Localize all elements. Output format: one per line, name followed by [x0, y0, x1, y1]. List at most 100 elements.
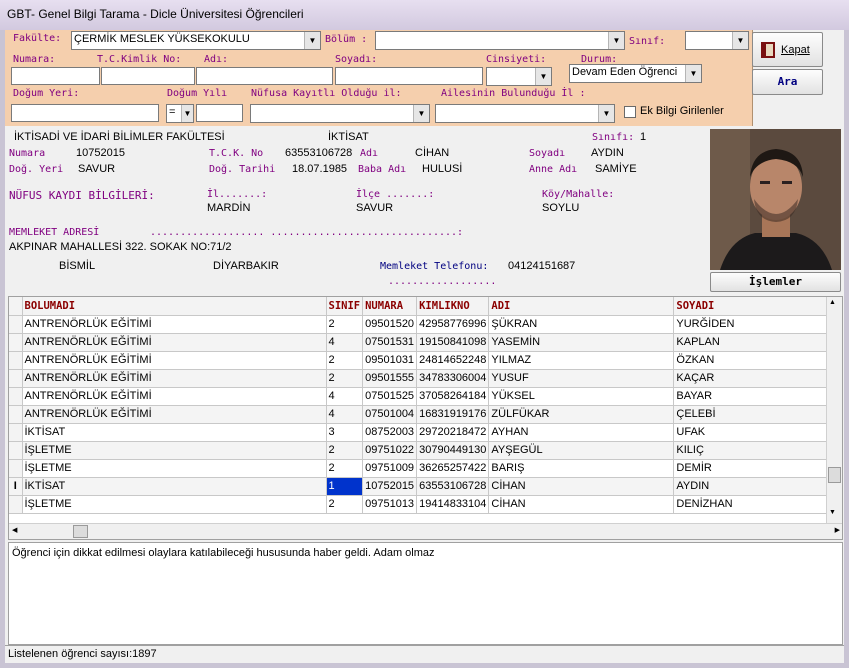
cell-adi[interactable]: AYŞEGÜL [488, 441, 675, 460]
row-indicator[interactable] [9, 315, 23, 334]
cell-adi[interactable]: CİHAN [488, 477, 675, 496]
cell-soyadi[interactable]: BAYAR [673, 387, 833, 406]
cell-numara[interactable]: 07501525 [362, 387, 418, 406]
sinif-combo[interactable]: ▼ [685, 31, 749, 50]
chevron-down-icon[interactable]: ▼ [732, 32, 748, 49]
bolum-combo[interactable]: ▼ [375, 31, 625, 50]
cell-numara[interactable]: 09501031 [362, 351, 418, 370]
cell-kimlikno[interactable]: 63553106728 [416, 477, 490, 496]
cell-sinif[interactable]: 2 [326, 351, 364, 370]
student-note[interactable]: Öğrenci için dikkat edilmesi olaylara ka… [8, 542, 843, 645]
cell-soyadi[interactable]: DENİZHAN [673, 495, 833, 514]
cell-sinif[interactable]: 2 [326, 441, 364, 460]
cell-soyadi[interactable]: KAÇAR [673, 369, 833, 388]
chevron-down-icon[interactable]: ▼ [535, 68, 551, 85]
cell-bolumadi[interactable]: ANTRENÖRLÜK EĞİTİMİ [22, 351, 327, 370]
table-row[interactable]: ANTRENÖRLÜK EĞİTİMİ 2 09501031 24814652248 Y… [9, 351, 833, 370]
row-indicator[interactable]: I [9, 477, 23, 496]
table-row[interactable]: ANTRENÖRLÜK EĞİTİMİ 2 09501520 42958776996 Ş… [9, 315, 833, 334]
col-bolumadi[interactable]: BOLUMADI [22, 297, 327, 316]
table-row[interactable]: ANTRENÖRLÜK EĞİTİMİ 4 07501531 19150841098 Y… [9, 333, 833, 352]
cell-bolumadi[interactable]: ANTRENÖRLÜK EĞİTİMİ [22, 369, 327, 388]
cell-sinif[interactable]: 1 [326, 477, 364, 496]
row-indicator[interactable] [9, 387, 23, 406]
cell-adi[interactable]: ŞÜKRAN [488, 315, 675, 334]
cell-sinif[interactable]: 4 [326, 333, 364, 352]
tc-input[interactable] [101, 67, 195, 85]
cell-bolumadi[interactable]: ANTRENÖRLÜK EĞİTİMİ [22, 405, 327, 424]
cell-bolumadi[interactable]: İŞLETME [22, 441, 327, 460]
cell-kimlikno[interactable]: 19150841098 [416, 333, 490, 352]
table-row[interactable]: I İKTİSAT 1 10752015 63553106728 CİHAN AYDIN [9, 477, 833, 496]
grid-horizontal-scrollbar[interactable]: ◀ ▶ [9, 523, 842, 539]
col-sinif[interactable]: SINIF [326, 297, 364, 316]
nufus-combo[interactable]: ▼ [250, 104, 430, 123]
cell-adi[interactable]: YILMAZ [488, 351, 675, 370]
col-kimlikno[interactable]: KIMLIKNO [416, 297, 490, 316]
ek-bilgi-checkbox[interactable] [624, 106, 636, 118]
row-indicator[interactable] [9, 459, 23, 478]
row-indicator[interactable] [9, 441, 23, 460]
cell-soyadi[interactable]: ÇELEBİ [673, 405, 833, 424]
cell-adi[interactable]: YASEMİN [488, 333, 675, 352]
cell-numara[interactable]: 07501531 [362, 333, 418, 352]
chevron-down-icon[interactable]: ▼ [685, 65, 701, 82]
cell-numara[interactable]: 09501520 [362, 315, 418, 334]
cell-bolumadi[interactable]: ANTRENÖRLÜK EĞİTİMİ [22, 315, 327, 334]
dogum-yili-input[interactable] [196, 104, 243, 122]
cell-numara[interactable]: 07501004 [362, 405, 418, 424]
dogum-yeri-input[interactable] [11, 104, 159, 122]
cell-bolumadi[interactable]: ANTRENÖRLÜK EĞİTİMİ [22, 387, 327, 406]
durum-combo[interactable]: Devam Eden Öğrenci ▼ [569, 64, 702, 83]
cell-adi[interactable]: BARIŞ [488, 459, 675, 478]
cell-soyadi[interactable]: DEMİR [673, 459, 833, 478]
cell-numara[interactable]: 09751013 [362, 495, 418, 514]
dogum-yili-op-combo[interactable]: = ▼ [166, 104, 194, 123]
cell-kimlikno[interactable]: 42958776996 [416, 315, 490, 334]
cell-numara[interactable]: 09751009 [362, 459, 418, 478]
cell-sinif[interactable]: 2 [326, 459, 364, 478]
fakulte-combo[interactable]: ÇERMİK MESLEK YÜKSEKOKULU ▼ [71, 31, 321, 50]
col-adi[interactable]: ADI [488, 297, 675, 316]
table-row[interactable]: İŞLETME 2 09751009 36265257422 BARIŞ DEMİR [9, 459, 833, 478]
cell-soyadi[interactable]: KILIÇ [673, 441, 833, 460]
cell-kimlikno[interactable]: 16831919176 [416, 405, 490, 424]
scroll-down-icon[interactable]: ▼ [829, 509, 836, 516]
student-grid[interactable]: BOLUMADI SINIF NUMARA KIMLIKNO ADI SOYAD… [8, 296, 843, 540]
cell-sinif[interactable]: 4 [326, 405, 364, 424]
soyadi-input[interactable] [335, 67, 483, 85]
chevron-down-icon[interactable]: ▼ [413, 105, 429, 122]
cell-sinif[interactable]: 4 [326, 387, 364, 406]
row-indicator[interactable] [9, 369, 23, 388]
col-soyadi[interactable]: SOYADI [673, 297, 833, 316]
cell-adi[interactable]: CİHAN [488, 495, 675, 514]
cell-adi[interactable]: ZÜLFÜKAR [488, 405, 675, 424]
cell-kimlikno[interactable]: 37058264184 [416, 387, 490, 406]
row-indicator[interactable] [9, 423, 23, 442]
cell-numara[interactable]: 08752003 [362, 423, 418, 442]
cell-soyadi[interactable]: ÖZKAN [673, 351, 833, 370]
cell-numara[interactable]: 09751022 [362, 441, 418, 460]
grid-vertical-scrollbar[interactable]: ▲ ▼ [826, 297, 842, 523]
table-row[interactable]: İKTİSAT 3 08752003 29720218472 AYHAN UFAK [9, 423, 833, 442]
cell-kimlikno[interactable]: 30790449130 [416, 441, 490, 460]
cell-soyadi[interactable]: AYDIN [673, 477, 833, 496]
table-row[interactable]: ANTRENÖRLÜK EĞİTİMİ 2 09501555 34783306004 Y… [9, 369, 833, 388]
cell-adi[interactable]: YÜKSEL [488, 387, 675, 406]
cell-sinif[interactable]: 2 [326, 495, 364, 514]
row-indicator[interactable] [9, 405, 23, 424]
cell-numara[interactable]: 10752015 [362, 477, 418, 496]
cell-sinif[interactable]: 2 [326, 315, 364, 334]
cell-kimlikno[interactable]: 24814652248 [416, 351, 490, 370]
kapat-button[interactable]: Kapat [752, 32, 823, 67]
cell-kimlikno[interactable]: 29720218472 [416, 423, 490, 442]
col-numara[interactable]: NUMARA [362, 297, 418, 316]
table-row[interactable]: İŞLETME 2 09751013 19414833104 CİHAN DENİZHAN [9, 495, 833, 514]
numara-input[interactable] [11, 67, 100, 85]
cell-soyadi[interactable]: YURĞİDEN [673, 315, 833, 334]
ara-button[interactable]: Ara [752, 69, 823, 95]
islemler-button[interactable]: İşlemler [710, 272, 841, 292]
cell-bolumadi[interactable]: ANTRENÖRLÜK EĞİTİMİ [22, 333, 327, 352]
aile-combo[interactable]: ▼ [435, 104, 615, 123]
cell-adi[interactable]: AYHAN [488, 423, 675, 442]
